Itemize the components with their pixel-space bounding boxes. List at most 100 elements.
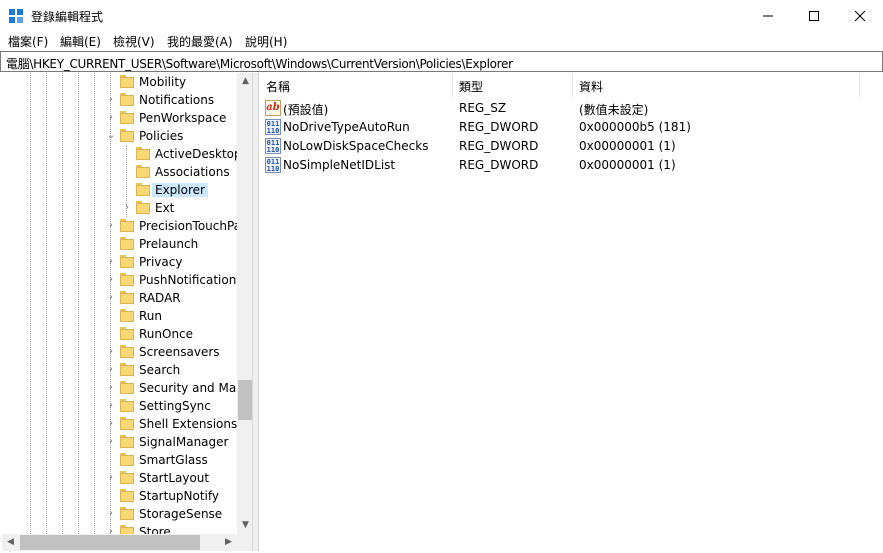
- column-header-name[interactable]: 名稱: [259, 73, 449, 97]
- tree-item-label[interactable]: SmartGlass: [139, 453, 208, 467]
- value-row[interactable]: 011 110 NoDriveTypeAutoRun REG_DWORD 0x0000…: [259, 118, 882, 137]
- tree-item[interactable]: Associations: [2, 163, 236, 181]
- tree-expander-icon[interactable]: ›: [106, 507, 116, 521]
- value-row[interactable]: ab (預設值) REG_SZ (數值未設定): [259, 99, 882, 118]
- tree-item[interactable]: › Shell Extensions: [2, 415, 237, 433]
- tree-item[interactable]: › SettingSync: [2, 397, 236, 415]
- tree-expander-icon[interactable]: ›: [106, 471, 116, 485]
- tree-item-label[interactable]: Privacy: [139, 255, 182, 269]
- tree-item-label[interactable]: Screensavers: [139, 345, 220, 359]
- menu-edit[interactable]: 編輯(E): [60, 33, 101, 50]
- tree-expander-icon[interactable]: ›: [106, 417, 116, 431]
- tree-item-label[interactable]: Search: [139, 363, 180, 377]
- tree-item-label[interactable]: Associations: [155, 165, 230, 179]
- address-bar[interactable]: 電腦\HKEY_CURRENT_USER\Software\Microsoft\…: [0, 51, 883, 72]
- tree-vertical-scroll-thumb[interactable]: [238, 380, 252, 420]
- menu-favorites[interactable]: 我的最愛(A): [167, 33, 233, 50]
- menu-view[interactable]: 檢視(V): [113, 33, 155, 50]
- tree-item[interactable]: › PenWorkspace: [2, 109, 236, 127]
- tree-expander-icon[interactable]: [122, 165, 132, 179]
- tree-item-label[interactable]: StartupNotify: [139, 489, 219, 503]
- scroll-up-arrow-icon[interactable]: ▲: [237, 73, 252, 90]
- tree-item-label[interactable]: Policies: [139, 129, 183, 143]
- column-header-data[interactable]: 資料: [572, 73, 862, 97]
- tree-item[interactable]: StartupNotify: [2, 487, 236, 505]
- tree-expander-icon[interactable]: [106, 327, 116, 341]
- tree-item-label[interactable]: Notifications: [139, 93, 214, 107]
- tree-expander-icon[interactable]: ›: [106, 435, 116, 449]
- tree-expander-icon[interactable]: [106, 237, 116, 251]
- tree-item-label[interactable]: Mobility: [139, 75, 186, 89]
- tree-item[interactable]: › SignalManager: [2, 433, 236, 451]
- menu-file[interactable]: 檔案(F): [8, 33, 48, 50]
- tree-item[interactable]: SmartGlass: [2, 451, 236, 469]
- value-row[interactable]: 011 110 NoSimpleNetIDList REG_DWORD 0x00000…: [259, 156, 882, 175]
- tree-expander-icon[interactable]: ⌄: [106, 129, 116, 143]
- tree-item[interactable]: Run: [2, 307, 236, 325]
- tree-item[interactable]: › PushNotifications: [2, 271, 243, 289]
- tree-item-label[interactable]: Prelaunch: [139, 237, 198, 251]
- tree-item-label[interactable]: PrecisionTouchPa: [139, 219, 241, 233]
- scroll-left-arrow-icon[interactable]: ◀: [2, 534, 19, 551]
- tree-expander-icon[interactable]: ›: [122, 201, 132, 215]
- tree-item-label[interactable]: Explorer: [152, 183, 208, 197]
- tree-item[interactable]: › RADAR: [2, 289, 236, 307]
- tree-item-label[interactable]: PenWorkspace: [139, 111, 226, 125]
- tree-item[interactable]: › Search: [2, 361, 236, 379]
- tree-expander-icon[interactable]: ›: [106, 111, 116, 125]
- column-header-type[interactable]: 類型: [452, 73, 572, 97]
- tree-item-label[interactable]: RADAR: [139, 291, 181, 305]
- tree-item[interactable]: › StartLayout: [2, 469, 236, 487]
- tree-expander-icon[interactable]: ›: [106, 381, 116, 395]
- tree-expander-icon[interactable]: ›: [106, 219, 116, 233]
- tree-item[interactable]: › PrecisionTouchPa: [2, 217, 241, 235]
- tree-horizontal-scroll-thumb[interactable]: [20, 535, 200, 550]
- tree-item-label[interactable]: SignalManager: [139, 435, 228, 449]
- values-list-pane[interactable]: 名稱 類型 資料 ab (預設值) REG_SZ (數值未設定) 011 110 NoDr…: [258, 73, 882, 551]
- tree-expander-icon[interactable]: ›: [106, 399, 116, 413]
- tree-item-label[interactable]: StartLayout: [139, 471, 209, 485]
- tree-expander-icon[interactable]: ›: [106, 291, 116, 305]
- tree-expander-icon[interactable]: ›: [106, 93, 116, 107]
- close-button[interactable]: [837, 0, 883, 31]
- tree-item[interactable]: Explorer: [2, 181, 236, 199]
- tree-vertical-scrollbar[interactable]: ▲ ▼: [237, 73, 252, 534]
- tree-item[interactable]: › Notifications: [2, 91, 236, 109]
- maximize-button[interactable]: [791, 0, 837, 31]
- tree-expander-icon[interactable]: [106, 453, 116, 467]
- tree-item[interactable]: › Privacy: [2, 253, 236, 271]
- scroll-right-arrow-icon[interactable]: ▶: [220, 534, 237, 551]
- tree-item-label[interactable]: Run: [139, 309, 162, 323]
- tree-item[interactable]: Mobility: [2, 73, 236, 91]
- tree-expander-icon[interactable]: [106, 489, 116, 503]
- tree-item[interactable]: RunOnce: [2, 325, 236, 343]
- tree-item-label[interactable]: ActiveDesktop: [155, 147, 242, 161]
- address-path[interactable]: 電腦\HKEY_CURRENT_USER\Software\Microsoft\…: [6, 55, 513, 72]
- tree-item[interactable]: Prelaunch: [2, 235, 236, 253]
- tree-item-label[interactable]: StorageSense: [139, 507, 222, 521]
- tree-expander-icon[interactable]: [106, 309, 116, 323]
- tree-item[interactable]: ActiveDesktop: [2, 145, 242, 163]
- tree-item[interactable]: › StorageSense: [2, 505, 236, 523]
- tree-item-label[interactable]: Shell Extensions: [139, 417, 237, 431]
- tree-item-label[interactable]: PushNotifications: [139, 273, 243, 287]
- tree-item-label[interactable]: RunOnce: [139, 327, 193, 341]
- tree-expander-icon[interactable]: ›: [106, 345, 116, 359]
- key-tree-pane[interactable]: Mobility › Notifications › PenWorkspace ⌄ Poli…: [2, 73, 253, 551]
- tree-horizontal-scrollbar[interactable]: ◀ ▶: [2, 534, 237, 551]
- tree-item-label[interactable]: Ext: [155, 201, 174, 215]
- tree-expander-icon[interactable]: ›: [106, 273, 116, 287]
- tree-expander-icon[interactable]: [122, 183, 132, 197]
- value-row[interactable]: 011 110 NoLowDiskSpaceChecks REG_DWORD 0x00…: [259, 137, 882, 156]
- tree-expander-icon[interactable]: [106, 75, 116, 89]
- tree-item-label[interactable]: SettingSync: [139, 399, 211, 413]
- tree-expander-icon[interactable]: ›: [106, 255, 116, 269]
- tree-item[interactable]: › Ext: [2, 199, 236, 217]
- tree-expander-icon[interactable]: [122, 147, 132, 161]
- minimize-button[interactable]: [745, 0, 791, 31]
- tree-item[interactable]: › Screensavers: [2, 343, 236, 361]
- scroll-down-arrow-icon[interactable]: ▼: [237, 517, 252, 534]
- tree-expander-icon[interactable]: ›: [106, 363, 116, 377]
- tree-item-label[interactable]: Security and Mai: [139, 381, 240, 395]
- tree-item[interactable]: › Security and Mai: [2, 379, 240, 397]
